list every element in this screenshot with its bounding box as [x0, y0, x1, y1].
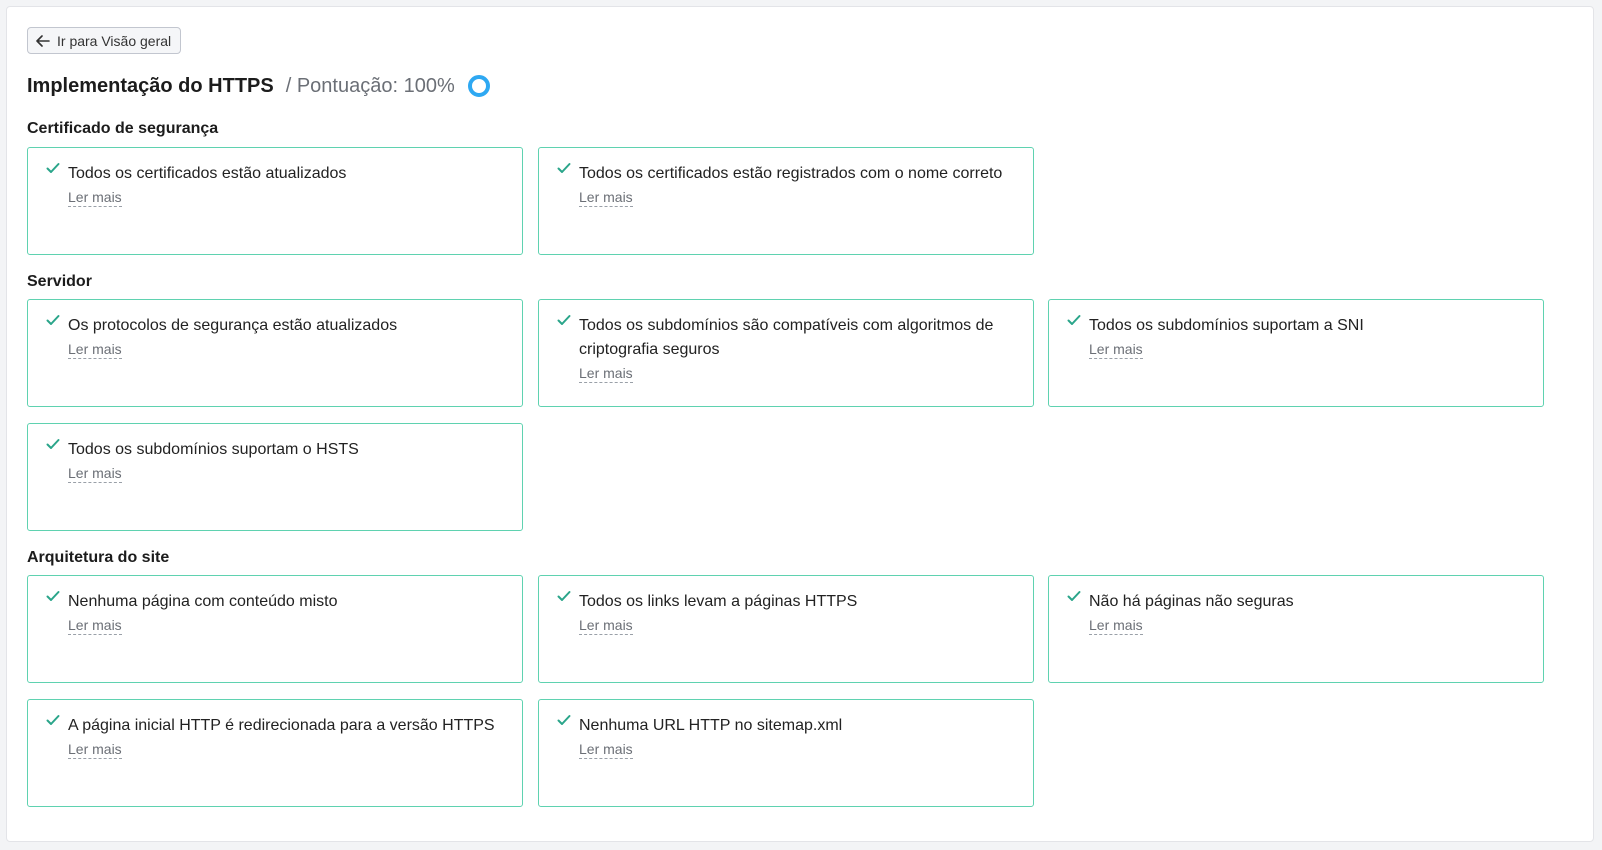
check-label: Todos os subdomínios suportam a SNI: [1089, 317, 1364, 334]
read-more-link[interactable]: Ler mais: [68, 740, 122, 759]
check-icon: [557, 315, 571, 325]
check-label: Todos os links levam a páginas HTTPS: [579, 593, 858, 610]
check-card: Os protocolos de segurança estão atualiz…: [27, 299, 523, 407]
check-icon: [46, 163, 60, 173]
check-icon: [46, 315, 60, 325]
check-label: Não há páginas não seguras: [1089, 593, 1294, 610]
check-label: Todos os subdomínios são compatíveis com…: [579, 317, 994, 358]
check-card: A página inicial HTTP é redirecionada pa…: [27, 699, 523, 807]
read-more-link[interactable]: Ler mais: [68, 340, 122, 359]
check-label: Todos os certificados estão registrados …: [579, 165, 1003, 182]
check-label: Todos os subdomínios suportam o HSTS: [68, 441, 359, 458]
section-title-architecture: Arquitetura do site: [27, 549, 170, 566]
read-more-link[interactable]: Ler mais: [579, 740, 633, 759]
score-ring-icon: [467, 75, 490, 97]
check-card: Nenhuma página com conteúdo misto Ler ma…: [27, 575, 523, 683]
check-label: Nenhuma URL HTTP no sitemap.xml: [579, 717, 843, 734]
check-label: Todos os certificados estão atualizados: [68, 165, 347, 182]
check-label: Nenhuma página com conteúdo misto: [68, 593, 338, 610]
page-title: Implementação do HTTPS: [27, 74, 274, 97]
page-header: Implementação do HTTPS / Pontuação: 100%: [27, 73, 491, 99]
read-more-link[interactable]: Ler mais: [579, 188, 633, 207]
check-label: Os protocolos de segurança estão atualiz…: [68, 317, 398, 334]
check-icon: [1067, 315, 1081, 325]
check-icon: [557, 591, 571, 601]
https-report-panel: Ir para Visão geral Implementação do HTT…: [6, 6, 1594, 842]
check-icon: [557, 715, 571, 725]
check-label: A página inicial HTTP é redirecionada pa…: [68, 717, 495, 734]
check-icon: [46, 439, 60, 449]
read-more-link[interactable]: Ler mais: [1089, 340, 1143, 359]
section-title-server: Servidor: [27, 273, 92, 290]
back-button-label: Ir para Visão geral: [57, 32, 172, 49]
check-card: Todos os subdomínios suportam a SNI Ler …: [1048, 299, 1544, 407]
check-card: Todos os certificados estão atualizados …: [27, 147, 523, 255]
check-icon: [46, 591, 60, 601]
check-card: Todos os certificados estão registrados …: [538, 147, 1034, 255]
check-card: Todos os subdomínios são compatíveis com…: [538, 299, 1034, 407]
read-more-link[interactable]: Ler mais: [579, 364, 633, 383]
back-to-overview-button[interactable]: Ir para Visão geral: [27, 27, 182, 54]
read-more-link[interactable]: Ler mais: [68, 464, 122, 483]
read-more-link[interactable]: Ler mais: [68, 616, 122, 635]
score-text: / Pontuação: 100%: [285, 74, 455, 97]
check-icon: [1067, 591, 1081, 601]
read-more-link[interactable]: Ler mais: [579, 616, 633, 635]
check-icon: [557, 163, 571, 173]
check-card: Todos os subdomínios suportam o HSTS Ler…: [27, 423, 523, 531]
check-card: Não há páginas não seguras Ler mais: [1048, 575, 1544, 683]
section-title-certificate: Certificado de segurança: [27, 120, 219, 137]
read-more-link[interactable]: Ler mais: [68, 188, 122, 207]
check-card: Todos os links levam a páginas HTTPS Ler…: [538, 575, 1034, 683]
arrow-left-icon: [36, 34, 50, 47]
read-more-link[interactable]: Ler mais: [1089, 616, 1143, 635]
check-icon: [46, 715, 60, 725]
check-card: Nenhuma URL HTTP no sitemap.xml Ler mais: [538, 699, 1034, 807]
